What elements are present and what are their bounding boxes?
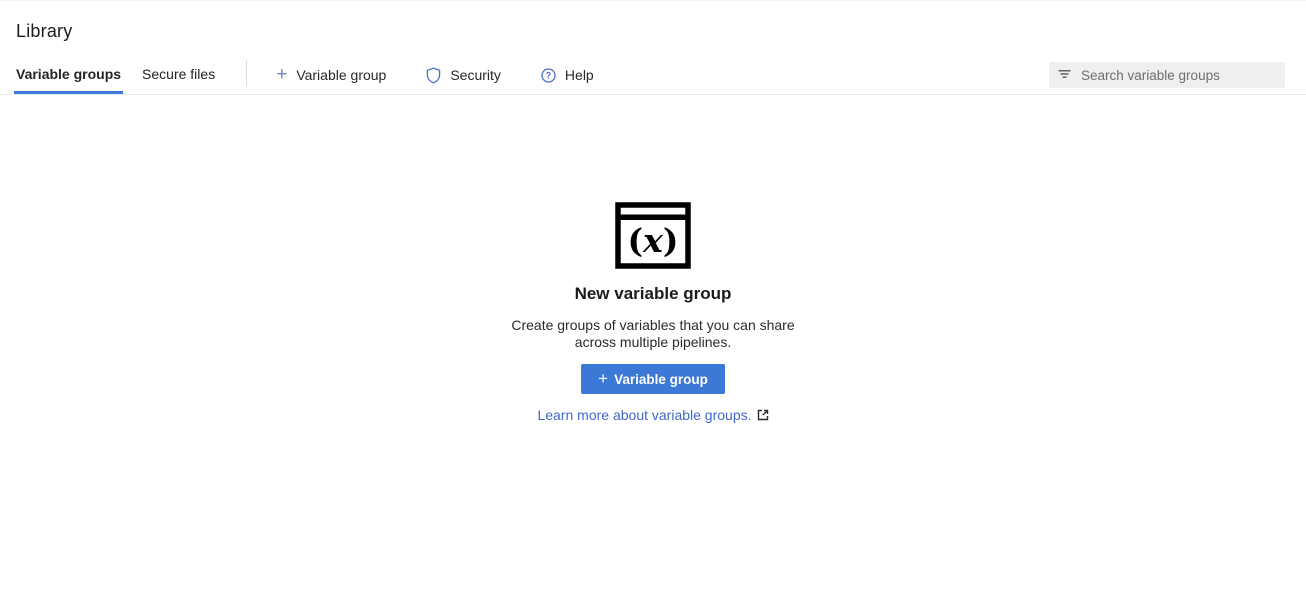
toolbar-divider (246, 60, 247, 86)
empty-state-description: Create groups of variables that you can … (511, 317, 794, 351)
filter-icon (1058, 66, 1071, 84)
tab-variable-groups[interactable]: Variable groups (14, 56, 123, 94)
empty-state-description-line2: across multiple pipelines. (511, 334, 794, 351)
page-header: Library (0, 0, 1306, 56)
tab-command-bar: Variable groups Secure files + Variable … (0, 56, 1306, 95)
toolbar-help-label: Help (565, 67, 594, 83)
tab-secure-files-label: Secure files (142, 66, 215, 82)
page-title: Library (16, 21, 1290, 42)
toolbar-variable-group-label: Variable group (296, 67, 386, 83)
learn-more-label: Learn more about variable groups. (537, 407, 751, 423)
toolbar-security-button[interactable]: Security (426, 56, 501, 94)
variable-group-button[interactable]: + Variable group (581, 364, 725, 394)
learn-more-link[interactable]: Learn more about variable groups. (537, 407, 768, 423)
external-link-icon (757, 409, 769, 421)
toolbar-variable-group-button[interactable]: + Variable group (276, 56, 386, 94)
plus-icon: + (598, 370, 608, 387)
empty-state-title: New variable group (575, 284, 732, 304)
search-box[interactable] (1049, 62, 1285, 88)
search-input[interactable] (1081, 68, 1277, 83)
empty-state: (x) New variable group Create groups of … (0, 202, 1306, 423)
toolbar-help-button[interactable]: ? Help (541, 56, 594, 94)
toolbar-spacer (594, 56, 1049, 94)
svg-text:(x): (x) (628, 221, 679, 260)
shield-icon (426, 67, 441, 84)
svg-text:?: ? (546, 70, 552, 80)
toolbar-security-label: Security (450, 67, 501, 83)
variable-group-icon: (x) (615, 202, 691, 269)
help-icon: ? (541, 68, 556, 83)
plus-icon: + (276, 65, 287, 84)
tab-secure-files[interactable]: Secure files (140, 56, 217, 94)
tab-variable-groups-label: Variable groups (16, 66, 121, 82)
empty-state-description-line1: Create groups of variables that you can … (511, 317, 794, 334)
variable-group-button-label: Variable group (614, 372, 708, 387)
